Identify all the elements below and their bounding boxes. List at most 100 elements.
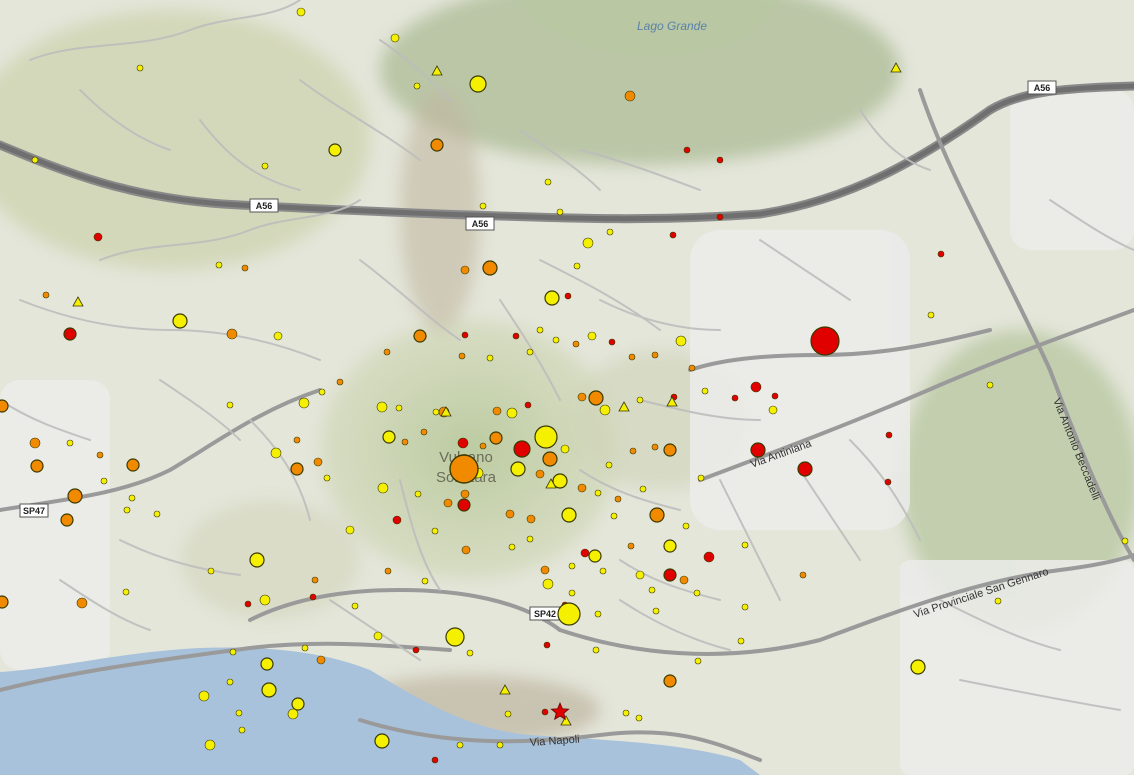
earthquake-marker[interactable] bbox=[536, 326, 544, 334]
earthquake-marker[interactable] bbox=[636, 396, 644, 404]
earthquake-marker[interactable] bbox=[524, 401, 532, 409]
earthquake-marker[interactable] bbox=[526, 535, 534, 543]
earthquake-marker[interactable] bbox=[293, 436, 301, 444]
earthquake-marker[interactable] bbox=[582, 237, 594, 249]
earthquake-marker[interactable] bbox=[204, 739, 216, 751]
earthquake-marker[interactable] bbox=[60, 513, 74, 527]
earthquake-marker[interactable] bbox=[810, 326, 840, 356]
earthquake-marker[interactable] bbox=[675, 335, 687, 347]
earthquake-marker[interactable] bbox=[153, 510, 161, 518]
earthquake-marker[interactable] bbox=[390, 33, 400, 43]
earthquake-marker[interactable] bbox=[635, 714, 643, 722]
earthquake-marker[interactable] bbox=[937, 250, 945, 258]
earthquake-marker[interactable] bbox=[599, 567, 607, 575]
earthquake-marker[interactable] bbox=[377, 482, 389, 494]
earthquake-marker[interactable] bbox=[128, 494, 136, 502]
earthquake-marker[interactable] bbox=[461, 545, 471, 555]
earthquake-marker[interactable] bbox=[688, 364, 696, 372]
earthquake-marker[interactable] bbox=[588, 390, 604, 406]
earthquake-marker[interactable] bbox=[716, 156, 724, 164]
earthquake-marker[interactable] bbox=[443, 498, 453, 508]
earthquake-marker[interactable] bbox=[694, 657, 702, 665]
earthquake-marker[interactable] bbox=[697, 474, 705, 482]
earthquake-marker[interactable] bbox=[605, 461, 613, 469]
earthquake-marker[interactable] bbox=[560, 444, 570, 454]
earthquake-marker[interactable] bbox=[651, 443, 659, 451]
earthquake-marker[interactable] bbox=[648, 586, 656, 594]
earthquake-marker[interactable] bbox=[526, 514, 536, 524]
earthquake-marker[interactable] bbox=[542, 578, 554, 590]
earthquake-marker[interactable] bbox=[96, 451, 104, 459]
earthquake-marker[interactable] bbox=[376, 401, 388, 413]
earthquake-marker[interactable] bbox=[126, 458, 140, 472]
earthquake-marker[interactable] bbox=[287, 708, 299, 720]
earthquake-marker[interactable] bbox=[273, 331, 283, 341]
earthquake-marker[interactable] bbox=[432, 408, 440, 416]
earthquake-marker-largest[interactable] bbox=[449, 454, 479, 484]
map-view[interactable]: Lago Grande Via Antiniana Via Antonio Be… bbox=[0, 0, 1134, 775]
earthquake-marker[interactable] bbox=[541, 708, 549, 716]
earthquake-marker[interactable] bbox=[207, 567, 215, 575]
earthquake-marker[interactable] bbox=[492, 406, 502, 416]
earthquake-marker[interactable] bbox=[884, 478, 892, 486]
earthquake-marker[interactable] bbox=[76, 597, 88, 609]
earthquake-marker[interactable] bbox=[270, 447, 282, 459]
earthquake-marker[interactable] bbox=[241, 264, 249, 272]
earthquake-marker[interactable] bbox=[93, 232, 103, 242]
earthquake-marker[interactable] bbox=[259, 594, 271, 606]
earthquake-marker[interactable] bbox=[420, 428, 428, 436]
earthquake-marker[interactable] bbox=[927, 311, 935, 319]
earthquake-marker[interactable] bbox=[67, 488, 83, 504]
earthquake-marker[interactable] bbox=[506, 407, 518, 419]
earthquake-marker[interactable] bbox=[466, 649, 474, 657]
earthquake-marker[interactable] bbox=[557, 602, 581, 626]
earthquake-marker[interactable] bbox=[31, 156, 39, 164]
earthquake-marker[interactable] bbox=[383, 348, 391, 356]
earthquake-marker[interactable] bbox=[651, 351, 659, 359]
earthquake-marker[interactable] bbox=[457, 498, 471, 512]
earthquake-marker[interactable] bbox=[261, 682, 277, 698]
earthquake-marker[interactable] bbox=[413, 82, 421, 90]
earthquake-marker[interactable] bbox=[456, 741, 464, 749]
earthquake-marker[interactable] bbox=[701, 387, 709, 395]
earthquake-marker[interactable] bbox=[249, 552, 265, 568]
earthquake-marker[interactable] bbox=[885, 431, 893, 439]
earthquake-marker[interactable] bbox=[345, 525, 355, 535]
earthquake-marker[interactable] bbox=[797, 461, 813, 477]
earthquake-marker[interactable] bbox=[505, 509, 515, 519]
earthquake-marker[interactable] bbox=[986, 381, 994, 389]
earthquake-marker[interactable] bbox=[460, 265, 470, 275]
earthquake-marker[interactable] bbox=[544, 290, 560, 306]
earthquake-marker[interactable] bbox=[198, 690, 210, 702]
earthquake-marker[interactable] bbox=[663, 568, 677, 582]
earthquake-marker[interactable] bbox=[290, 462, 304, 476]
earthquake-marker[interactable] bbox=[750, 442, 766, 458]
earthquake-marker[interactable] bbox=[215, 261, 223, 269]
earthquake-marker[interactable] bbox=[592, 646, 600, 654]
earthquake-marker[interactable] bbox=[457, 437, 469, 449]
earthquake-marker[interactable] bbox=[460, 489, 470, 499]
earthquake-marker[interactable] bbox=[479, 442, 487, 450]
earthquake-marker[interactable] bbox=[594, 489, 602, 497]
earthquake-marker[interactable] bbox=[534, 425, 558, 449]
earthquake-marker[interactable] bbox=[544, 178, 552, 186]
earthquake-marker[interactable] bbox=[768, 405, 778, 415]
earthquake-marker[interactable] bbox=[564, 292, 572, 300]
earthquake-marker[interactable] bbox=[1121, 537, 1129, 545]
earthquake-marker[interactable] bbox=[588, 549, 602, 563]
earthquake-marker[interactable] bbox=[316, 655, 326, 665]
earthquake-marker[interactable] bbox=[622, 709, 630, 717]
earthquake-marker[interactable] bbox=[291, 697, 305, 711]
earthquake-marker[interactable] bbox=[526, 348, 534, 356]
earthquake-marker[interactable] bbox=[510, 461, 526, 477]
earthquake-marker[interactable] bbox=[543, 641, 551, 649]
earthquake-marker[interactable] bbox=[682, 522, 690, 530]
earthquake-marker[interactable] bbox=[663, 539, 677, 553]
earthquake-marker[interactable] bbox=[629, 447, 637, 455]
earthquake-marker[interactable] bbox=[577, 392, 587, 402]
earthquake-marker[interactable] bbox=[29, 437, 41, 449]
earthquake-marker[interactable] bbox=[542, 451, 558, 467]
earthquake-marker[interactable] bbox=[568, 562, 576, 570]
earthquake-marker[interactable] bbox=[384, 567, 392, 575]
earthquake-marker[interactable] bbox=[226, 401, 234, 409]
